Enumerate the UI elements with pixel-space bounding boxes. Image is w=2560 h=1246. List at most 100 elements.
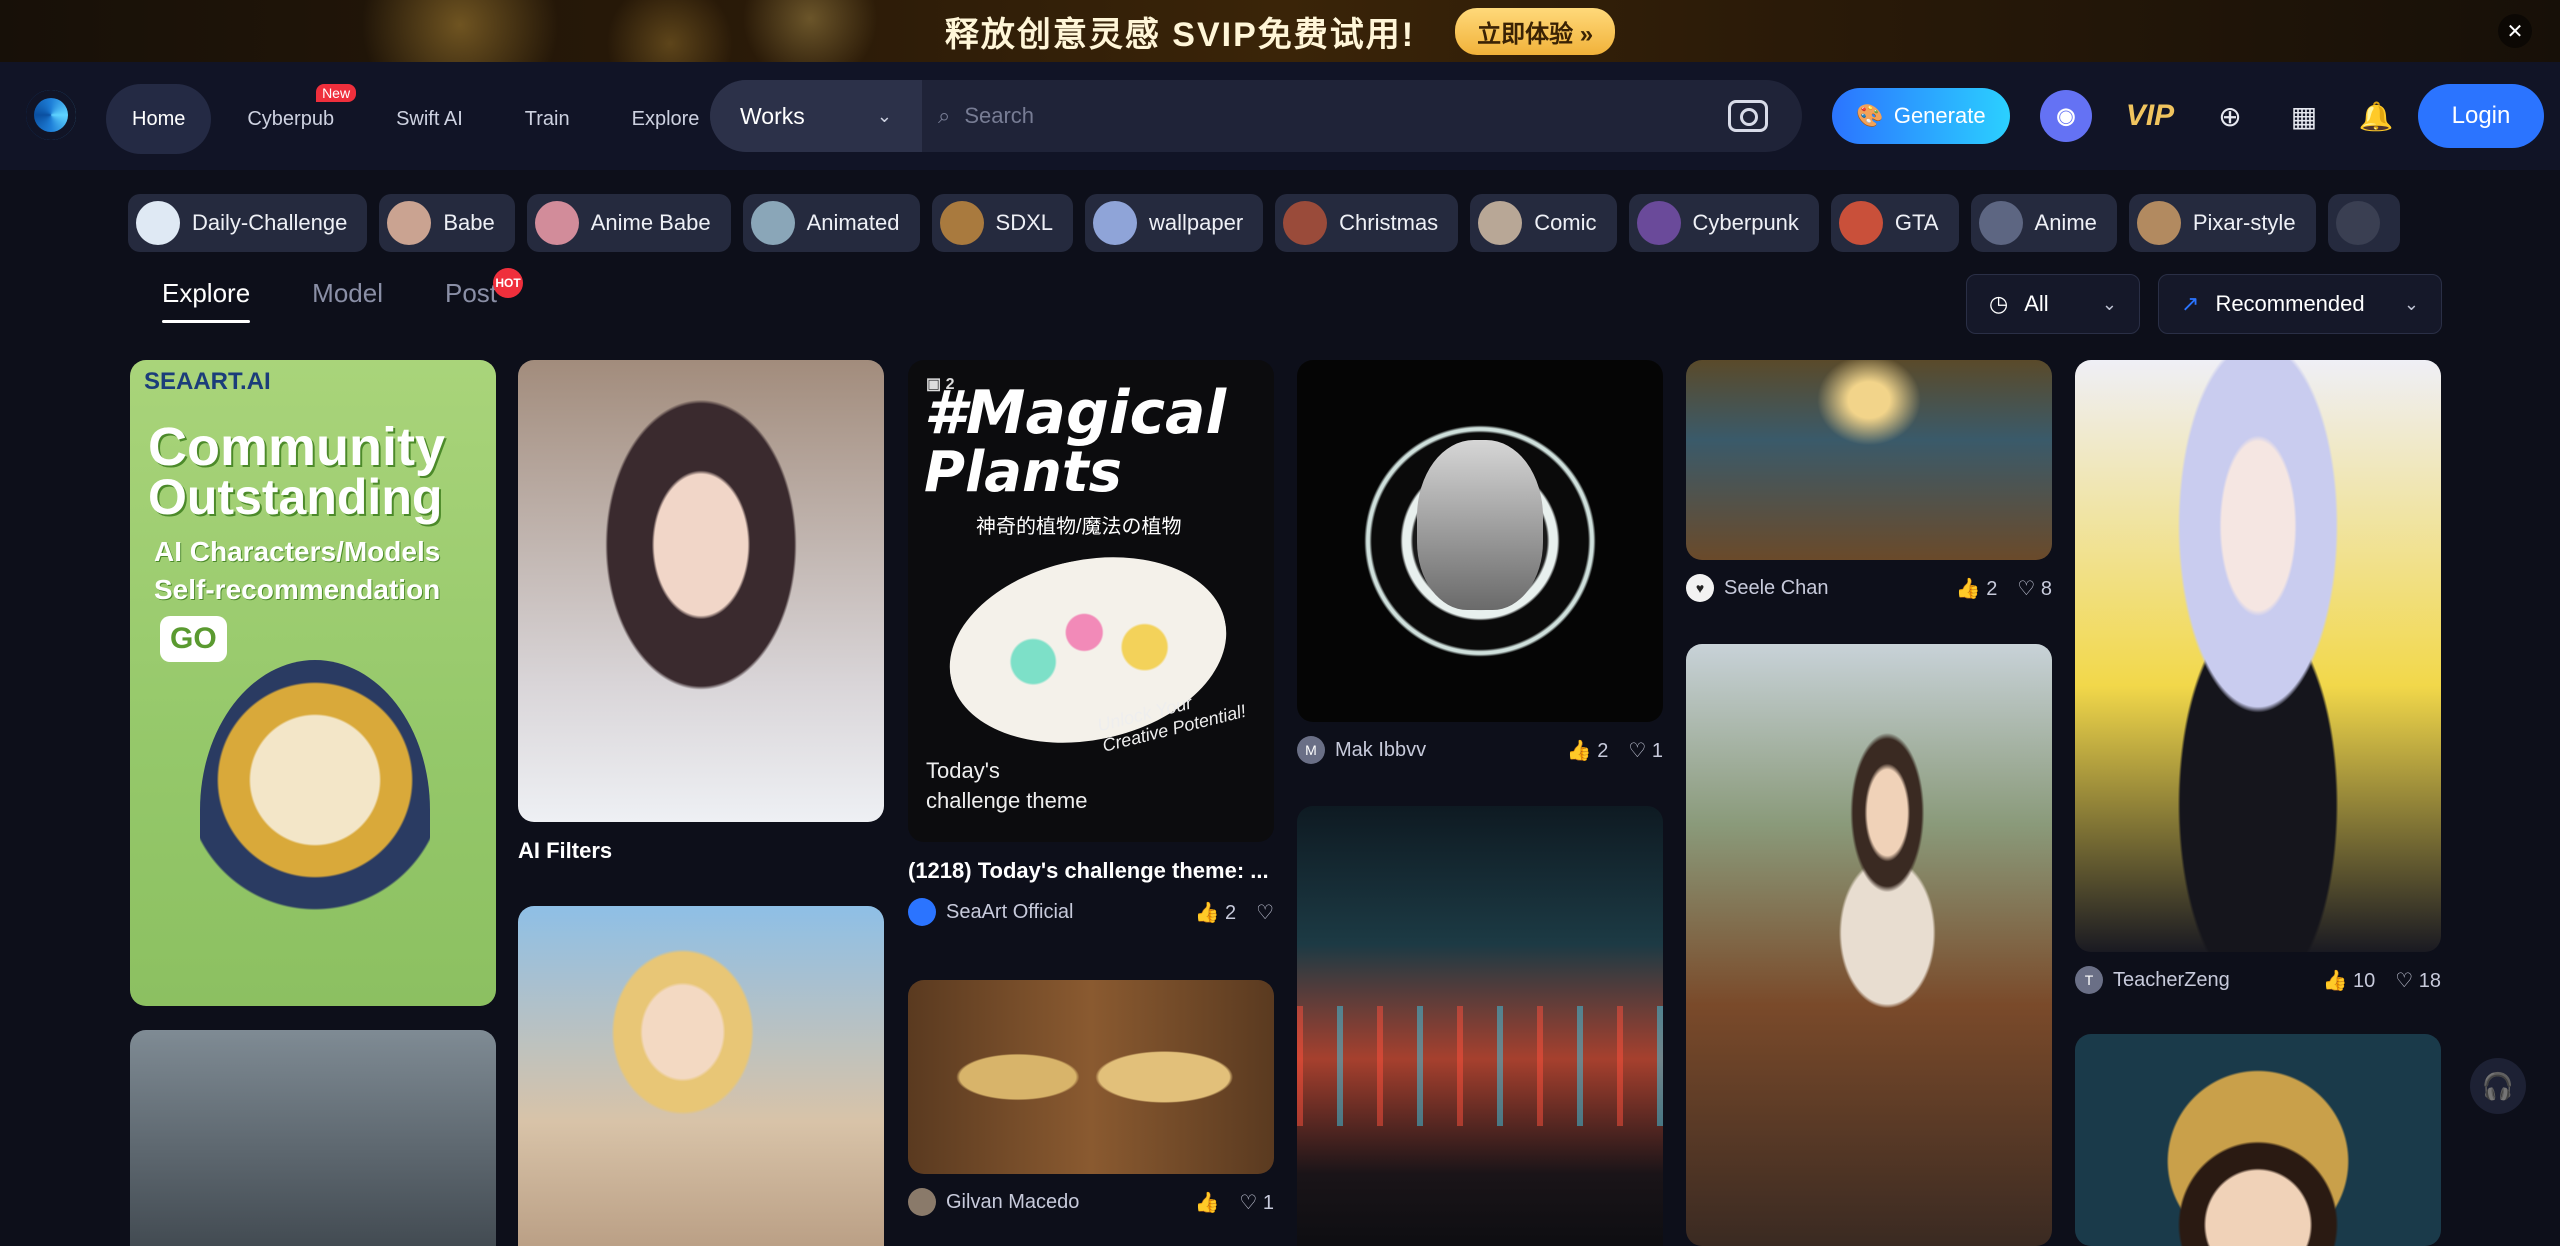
work-card[interactable]: ♥ Seele Chan 👍 2 ♡ 8 [1686, 360, 2052, 602]
tag-babe[interactable]: Babe [379, 194, 515, 252]
work-card[interactable] [130, 1030, 496, 1246]
tag-avatar [2136, 201, 2181, 245]
neon-lights [1297, 1006, 1663, 1126]
search-scope-dropdown[interactable]: Works ⌄ [710, 80, 922, 152]
work-stats: 👍 2 ♡ [1194, 900, 1274, 925]
work-image[interactable] [2075, 360, 2441, 952]
nav-swift-ai[interactable]: Swift AI [370, 84, 489, 154]
close-icon[interactable]: ✕ [2498, 14, 2532, 48]
tag-avatar [2335, 201, 2380, 245]
login-button[interactable]: Login [2418, 84, 2544, 148]
work-card[interactable] [2075, 1034, 2441, 1246]
work-card[interactable] [1686, 644, 2052, 1246]
add-icon[interactable]: ⊕ [2204, 90, 2256, 142]
work-image[interactable] [1686, 360, 2052, 560]
favorite-button[interactable]: ♡ 1 [1239, 1190, 1274, 1215]
tag-sdxl[interactable]: SDXL [931, 194, 1073, 252]
favorite-button[interactable]: ♡ 8 [2017, 576, 2052, 601]
avatar[interactable]: M [1297, 736, 1325, 764]
like-button[interactable]: 👍 2 [1567, 738, 1609, 763]
tag-pixar-style[interactable]: Pixar-style [2128, 194, 2316, 252]
work-card[interactable] [518, 906, 884, 1246]
tag-cyberpunk[interactable]: Cyberpunk [1628, 194, 1819, 252]
tag-anime[interactable]: Anime [1970, 194, 2117, 252]
favorite-button[interactable]: ♡ [1256, 900, 1274, 925]
tag-wallpaper[interactable]: wallpaper [1085, 194, 1264, 252]
bell-icon[interactable]: 🔔 [2350, 90, 2402, 142]
tag-comic[interactable]: Comic [1470, 194, 1617, 252]
tag-christmas[interactable]: Christmas [1275, 194, 1459, 252]
work-image[interactable] [908, 980, 1274, 1174]
work-card[interactable]: SEAART.AI Community Outstanding AI Chara… [130, 360, 496, 1006]
favorite-button[interactable]: ♡ 1 [1628, 738, 1663, 763]
generate-button[interactable]: 🎨 Generate [1832, 88, 2010, 144]
search-input[interactable] [950, 80, 1728, 152]
like-button[interactable]: 👍 10 [2323, 968, 2376, 993]
work-image[interactable] [1686, 644, 2052, 1246]
avatar[interactable] [908, 1188, 936, 1216]
author-name[interactable]: SeaArt Official [946, 901, 1073, 924]
work-card[interactable]: Gilvan Macedo 👍 ♡ 1 [908, 980, 1274, 1216]
vip-icon[interactable]: VIP [2124, 90, 2176, 142]
avatar[interactable]: T [2075, 966, 2103, 994]
tag-avatar [1283, 201, 1328, 245]
support-headset-icon[interactable]: 🎧 [2470, 1058, 2526, 1114]
tag-daily-challenge[interactable]: Daily-Challenge [128, 194, 368, 252]
work-card[interactable]: AI Filters [518, 360, 884, 864]
work-card[interactable]: T TeacherZeng 👍 10 ♡ 18 [2075, 360, 2441, 994]
chevron-down-icon: ⌄ [876, 105, 892, 126]
work-image[interactable] [2075, 1034, 2441, 1246]
avatar[interactable] [908, 898, 936, 926]
work-card[interactable] [1297, 806, 1663, 1246]
nav-explore[interactable]: Explore [606, 84, 726, 154]
chevron-down-icon: ⌄ [2101, 293, 2117, 314]
work-card[interactable]: M Mak Ibbvv 👍 2 ♡ 1 [1297, 360, 1663, 764]
work-stats: 👍 ♡ 1 [1194, 1190, 1274, 1215]
clock-icon: ◷ [1989, 291, 2009, 316]
work-image[interactable]: ▣ 2 #Magical Plants 神奇的植物/魔法の植物 Unlock Y… [908, 360, 1274, 842]
like-button[interactable]: 👍 2 [1194, 900, 1236, 925]
author-name[interactable]: Mak Ibbvv [1335, 739, 1426, 762]
brand-text: SEAART.AI [144, 368, 271, 395]
work-image[interactable] [1297, 360, 1663, 722]
avatar[interactable]: ♥ [1686, 574, 1714, 602]
promo-line: AI Characters/Models [154, 536, 441, 567]
work-card[interactable]: ▣ 2 #Magical Plants 神奇的植物/魔法の植物 Unlock Y… [908, 360, 1274, 926]
seaart-logo[interactable] [26, 90, 76, 140]
author-name[interactable]: Seele Chan [1724, 577, 1829, 600]
tag-gta[interactable]: GTA [1830, 194, 1959, 252]
favorite-button[interactable]: ♡ 18 [2395, 968, 2441, 993]
like-button[interactable]: 👍 2 [1956, 576, 1998, 601]
tab-post[interactable]: Post HOT [445, 268, 524, 323]
author-name[interactable]: Gilvan Macedo [946, 1191, 1079, 1214]
tag-animated[interactable]: Animated [742, 194, 920, 252]
work-image[interactable] [130, 1030, 496, 1246]
camera-icon[interactable] [1728, 100, 1768, 132]
nav-cyberpub[interactable]: Cyberpub New [221, 84, 360, 154]
tag-anime-babe[interactable]: Anime Babe [526, 194, 731, 252]
promo-banner[interactable]: 释放创意灵感 SVIP免费试用! 立即体验 » ✕ [0, 0, 2560, 62]
discord-icon[interactable]: ◉ [2040, 90, 2092, 142]
work-image[interactable] [518, 360, 884, 822]
sort-dropdown[interactable]: ↗ Recommended ⌄ [2158, 274, 2442, 334]
tag-more[interactable] [2327, 194, 2400, 252]
tag-strip: Daily-Challenge Babe Anime Babe Animated… [128, 194, 2440, 252]
character-illustration [200, 660, 430, 960]
tag-avatar [1838, 201, 1883, 245]
promo-line: Outstanding [148, 469, 443, 525]
nav-train[interactable]: Train [499, 84, 596, 154]
tab-model[interactable]: Model [312, 278, 383, 323]
work-image[interactable] [1297, 806, 1663, 1246]
tag-avatar [387, 201, 432, 245]
apps-grid-icon[interactable]: ▦ [2278, 90, 2330, 142]
like-button[interactable]: 👍 [1194, 1190, 1219, 1215]
work-image[interactable]: SEAART.AI Community Outstanding AI Chara… [130, 360, 496, 1006]
work-image[interactable] [518, 906, 884, 1246]
promo-cta-button[interactable]: 立即体验 » [1455, 7, 1616, 55]
time-filter-dropdown[interactable]: ◷ All ⌄ [1966, 274, 2140, 334]
author-name[interactable]: TeacherZeng [2113, 969, 2230, 992]
tab-explore[interactable]: Explore [162, 278, 251, 323]
work-stats: 👍 2 ♡ 8 [1956, 576, 2052, 601]
nav-home[interactable]: Home [106, 84, 212, 154]
tag-avatar [1478, 201, 1523, 245]
